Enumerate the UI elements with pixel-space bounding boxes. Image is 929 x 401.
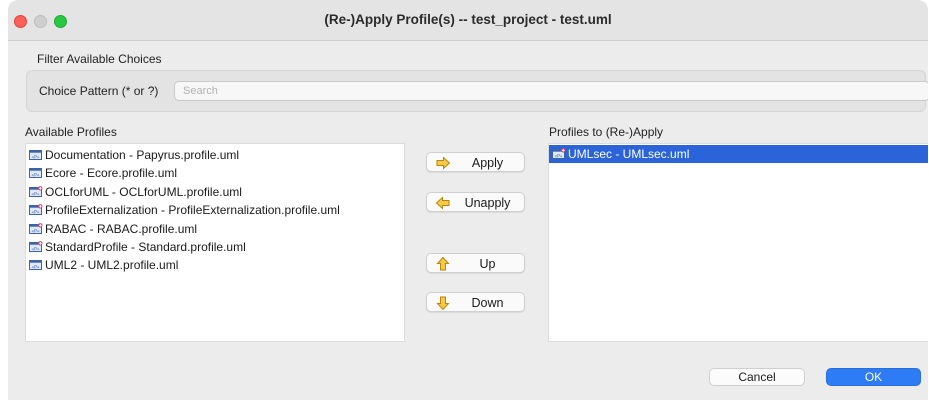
list-item[interactable]: «P» UML2 - UML2.profile.uml <box>26 256 404 274</box>
svg-text:«P»: «P» <box>554 153 562 159</box>
filter-group: Choice Pattern (* or ?) <box>26 70 928 112</box>
list-item[interactable]: «P» ProfileExternalization - ProfileExter… <box>26 201 404 219</box>
svg-text:«P»: «P» <box>31 246 39 252</box>
unapply-button-label: Unapply <box>464 196 511 210</box>
svg-text:«P»: «P» <box>31 265 39 271</box>
list-item-label: ProfileExternalization - ProfileExternal… <box>45 203 340 218</box>
choice-pattern-search-input[interactable] <box>174 81 928 101</box>
profile-icon: «P» <box>29 259 43 271</box>
profile-plus-icon: «P» <box>29 222 43 234</box>
window-title: (Re-)Apply Profile(s) -- test_project - … <box>324 12 612 27</box>
svg-text:«P»: «P» <box>31 173 39 179</box>
profile-icon: «P» <box>29 167 43 179</box>
profile-plus-icon: «P» <box>29 241 43 252</box>
apply-button[interactable]: Apply <box>426 152 525 172</box>
svg-text:«P»: «P» <box>31 228 39 234</box>
list-item[interactable]: «P» UMLsec - UMLsec.uml <box>549 145 928 164</box>
list-item-label: Ecore - Ecore.profile.uml <box>45 166 178 181</box>
up-button-label: Up <box>479 257 496 271</box>
dialog-window: (Re-)Apply Profile(s) -- test_project - … <box>8 0 928 400</box>
unapply-button[interactable]: Unapply <box>426 192 525 212</box>
svg-text:«P»: «P» <box>31 154 39 160</box>
list-item-label: UML2 - UML2.profile.uml <box>45 258 179 273</box>
profile-icon: «P» <box>29 149 43 160</box>
profile-plus-icon: «P» <box>552 148 566 159</box>
list-item[interactable]: «P» StandardProfile - Standard.profile.um… <box>26 238 404 256</box>
list-item-label: StandardProfile - Standard.profile.uml <box>45 239 246 254</box>
arrow-down-icon <box>436 296 450 311</box>
cancel-button[interactable]: Cancel <box>709 368 805 386</box>
list-item[interactable]: «P» OCLforUML - OCLforUML.profile.uml <box>26 183 404 201</box>
apply-button-label: Apply <box>471 156 504 170</box>
down-button-label: Down <box>471 296 504 310</box>
down-button[interactable]: Down <box>426 292 525 312</box>
list-item[interactable]: «P» Documentation - Papyrus.profile.uml <box>26 146 404 164</box>
arrow-left-icon <box>435 196 450 210</box>
list-item-label: RABAC - RABAC.profile.uml <box>45 221 198 236</box>
profiles-to-apply-list[interactable]: «P» UMLsec - UMLsec.uml <box>548 143 928 342</box>
profiles-to-apply-label: Profiles to (Re-)Apply <box>549 125 664 139</box>
svg-text:«P»: «P» <box>31 210 39 216</box>
list-item[interactable]: «P» Ecore - Ecore.profile.uml <box>26 164 404 182</box>
title-bar: (Re-)Apply Profile(s) -- test_project - … <box>8 0 928 41</box>
arrow-up-icon <box>436 256 450 271</box>
available-profiles-label: Available Profiles <box>25 125 117 139</box>
available-profiles-list[interactable]: «P» Documentation - Papyrus.profile.uml «P… <box>25 143 405 342</box>
list-item-label: OCLforUML - OCLforUML.profile.uml <box>45 184 242 199</box>
list-item-label: Documentation - Papyrus.profile.uml <box>45 148 240 162</box>
up-button[interactable]: Up <box>426 253 525 273</box>
choice-pattern-label: Choice Pattern (* or ?) <box>39 84 159 98</box>
filter-section-label: Filter Available Choices <box>37 52 162 66</box>
profile-plus-icon: «P» <box>29 204 43 216</box>
list-item[interactable]: «P» RABAC - RABAC.profile.uml <box>26 220 404 238</box>
svg-text:«P»: «P» <box>31 191 39 197</box>
arrow-right-icon <box>436 156 451 170</box>
ok-button[interactable]: OK <box>826 368 921 386</box>
profile-plus-icon: «P» <box>29 185 43 197</box>
list-item-label: UMLsec - UMLsec.uml <box>568 147 690 161</box>
